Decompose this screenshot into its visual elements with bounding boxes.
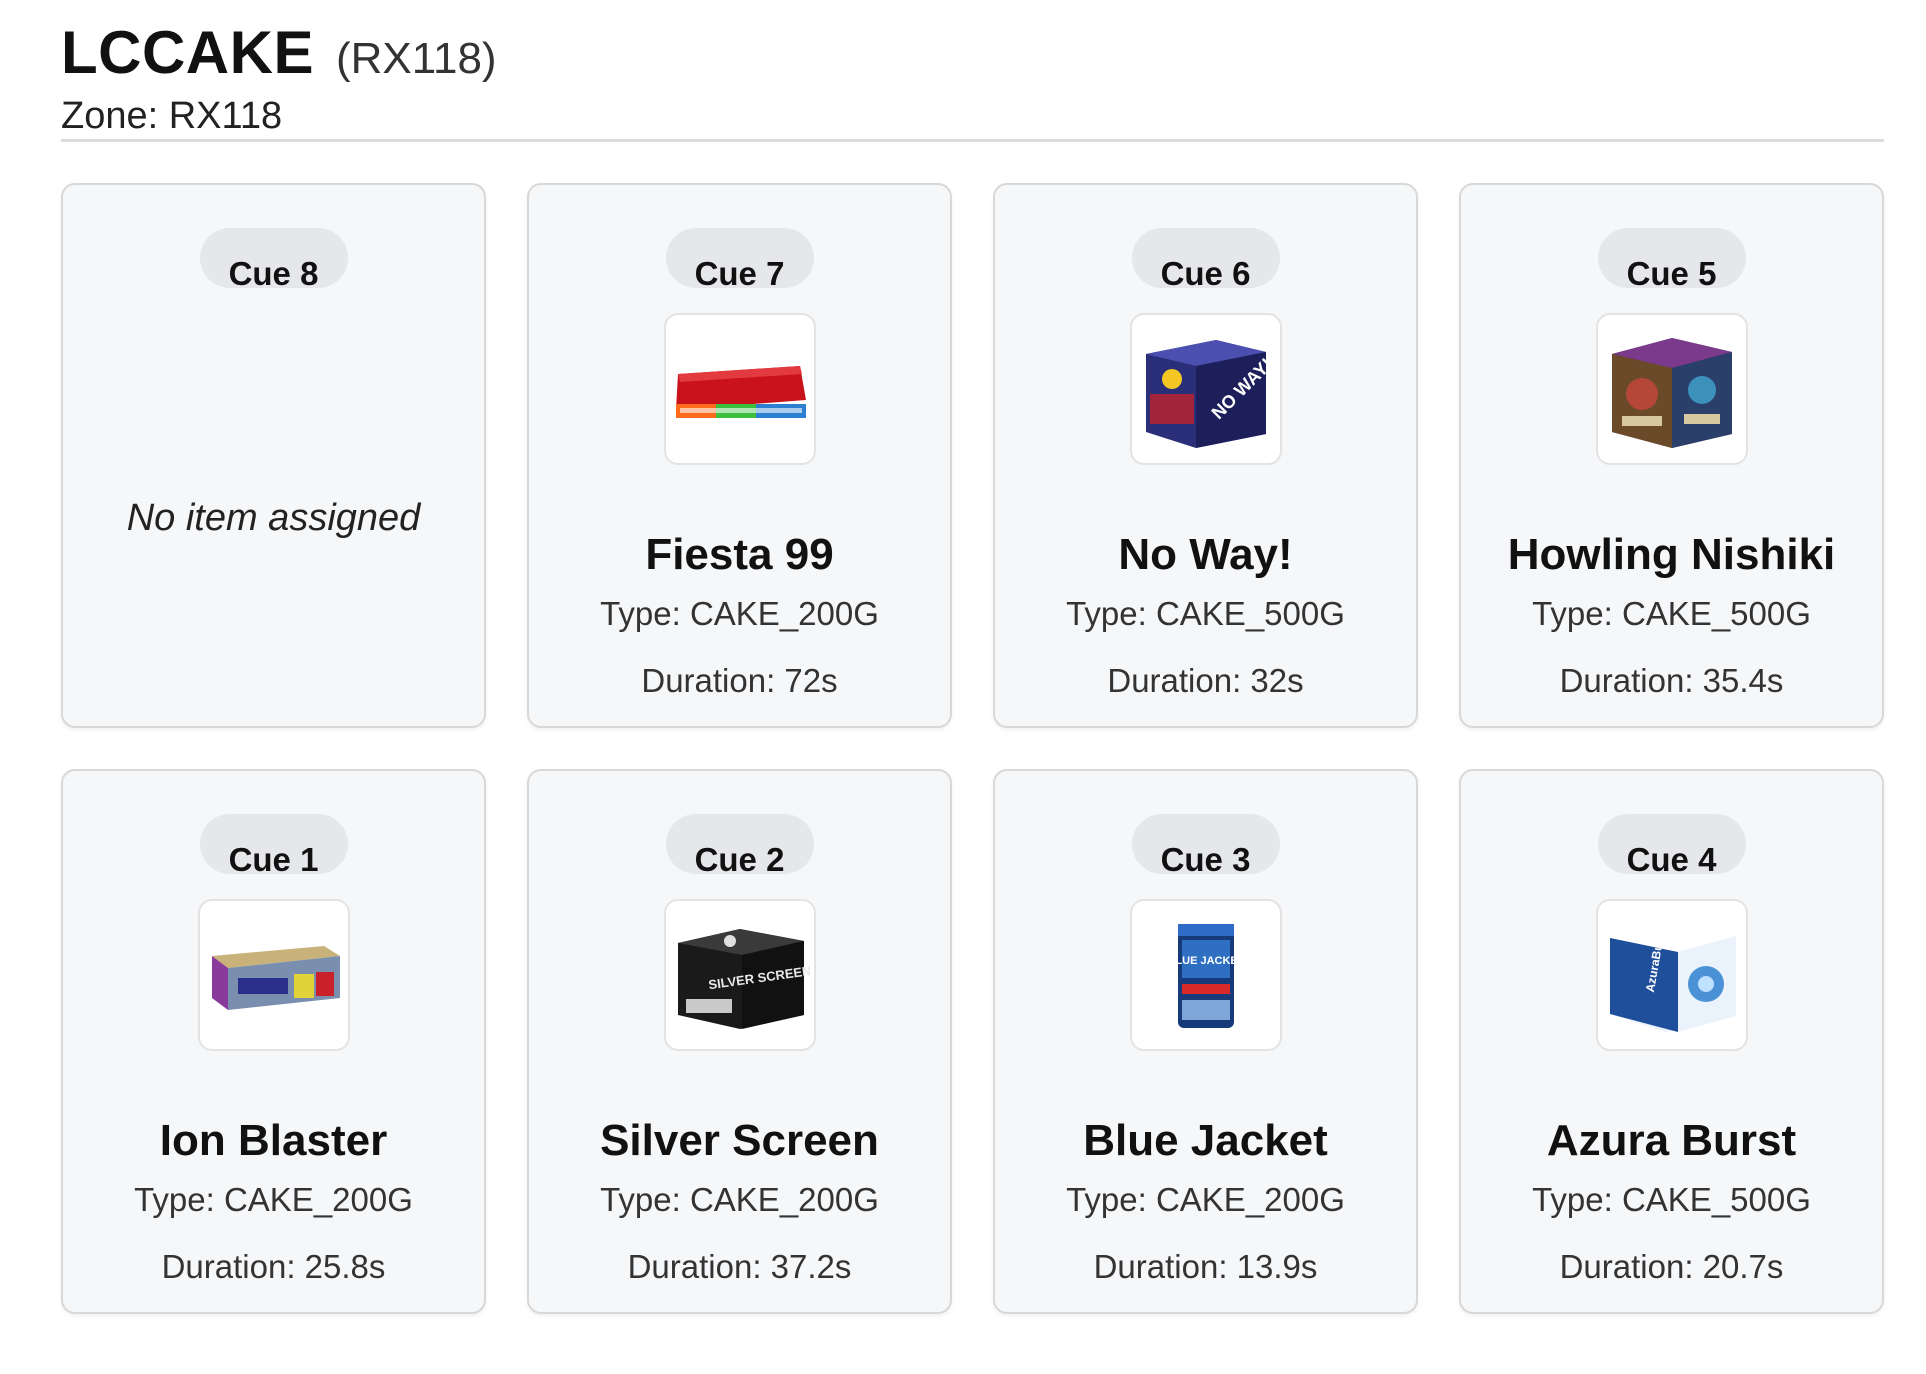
- product-thumbnail: [197, 899, 350, 1051]
- page-header: LCCAKE (RX118) Zone: RX118: [61, 18, 1884, 138]
- cue-card[interactable]: Cue 7 Fiesta 99 Type: CAKE_200G Duration…: [527, 183, 952, 728]
- cue-label: Cue 4: [1626, 841, 1717, 878]
- cue-card[interactable]: Cue 3 BLUE JACKET Blue Jacket Type: CAKE…: [993, 769, 1418, 1314]
- cue-card[interactable]: Cue 8 No item assigned: [61, 183, 486, 728]
- product-duration: Duration: 35.4s: [1559, 662, 1784, 699]
- product-name: Fiesta 99: [645, 530, 834, 579]
- cue-label: Cue 2: [694, 841, 785, 878]
- cue-label: Cue 3: [1160, 841, 1251, 878]
- product-name: Azura Burst: [1546, 1116, 1797, 1165]
- product-thumbnail: AzuraBurst: [1595, 899, 1748, 1051]
- page-subtitle: (RX118): [336, 34, 497, 83]
- product-type: Type: CAKE_500G: [1066, 595, 1345, 632]
- blue-jacket-thumb-text: BLUE JACKET: [1167, 955, 1244, 967]
- cue-label: Cue 6: [1160, 255, 1251, 292]
- zone-label: Zone: RX118: [61, 95, 283, 137]
- product-type: Type: CAKE_500G: [1532, 595, 1811, 632]
- product-type: Type: CAKE_200G: [600, 1181, 879, 1218]
- header-divider: [61, 139, 1884, 142]
- cue-label: Cue 8: [228, 255, 319, 292]
- cue-card[interactable]: Cue 2 SILVER SCREEN Silver Screen Type: …: [527, 769, 952, 1314]
- cue-card[interactable]: Cue 4 AzuraBurst Azura Burst Type: CAKE_…: [1459, 769, 1884, 1314]
- product-type: Type: CAKE_200G: [600, 595, 879, 632]
- product-duration: Duration: 25.8s: [161, 1248, 386, 1285]
- fiesta-99-product-image: [675, 366, 806, 418]
- cue-card[interactable]: Cue 1 Ion Blaster Type: CAKE_200G Durati…: [61, 769, 486, 1314]
- product-name: No Way!: [1118, 530, 1293, 579]
- product-name: Howling Nishiki: [1507, 530, 1836, 579]
- azura-burst-product-image: AzuraBurst: [1609, 922, 1736, 1032]
- product-duration: Duration: 37.2s: [627, 1248, 852, 1285]
- product-thumbnail: [663, 313, 816, 465]
- cue-card[interactable]: Cue 5 Howling Nishiki Type: CAKE_500G Du…: [1459, 183, 1884, 728]
- product-thumbnail: NO WAY!: [1129, 313, 1282, 465]
- cue-grid: Cue 8 No item assigned Cue 7 Fiesta 99 T…: [61, 183, 1884, 1314]
- product-type: Type: CAKE_200G: [1066, 1181, 1345, 1218]
- product-thumbnail: BLUE JACKET: [1129, 899, 1282, 1051]
- product-name: Silver Screen: [600, 1116, 879, 1165]
- howling-nishiki-product-image: [1611, 338, 1732, 448]
- silver-screen-product-image: SILVER SCREEN: [677, 929, 810, 1029]
- cue-label: Cue 7: [694, 255, 785, 292]
- ion-blaster-product-image: [211, 946, 340, 1010]
- cue-label: Cue 1: [228, 841, 319, 878]
- product-duration: Duration: 72s: [641, 662, 838, 699]
- product-duration: Duration: 20.7s: [1559, 1248, 1784, 1285]
- product-thumbnail: [1595, 313, 1748, 465]
- blue-jacket-product-image: BLUE JACKET: [1167, 924, 1244, 1028]
- product-duration: Duration: 13.9s: [1093, 1248, 1318, 1285]
- cue-card[interactable]: Cue 6 NO WAY! No Way! Type: CAKE_500G Du…: [993, 183, 1418, 728]
- product-type: Type: CAKE_200G: [134, 1181, 413, 1218]
- product-type: Type: CAKE_500G: [1532, 1181, 1811, 1218]
- page-title: LCCAKE: [61, 19, 314, 86]
- product-name: Ion Blaster: [159, 1116, 388, 1165]
- no-way-product-image: NO WAY!: [1145, 340, 1276, 448]
- cue-grid-page: LCCAKE (RX118) Zone: RX118 Cue 8 No item…: [0, 0, 1926, 1374]
- product-thumbnail: SILVER SCREEN: [663, 899, 816, 1051]
- product-duration: Duration: 32s: [1107, 662, 1304, 699]
- cue-label: Cue 5: [1626, 255, 1717, 292]
- title-row: LCCAKE (RX118): [61, 18, 1884, 87]
- product-name: Blue Jacket: [1083, 1116, 1328, 1165]
- no-item-assigned-text: No item assigned: [126, 497, 421, 539]
